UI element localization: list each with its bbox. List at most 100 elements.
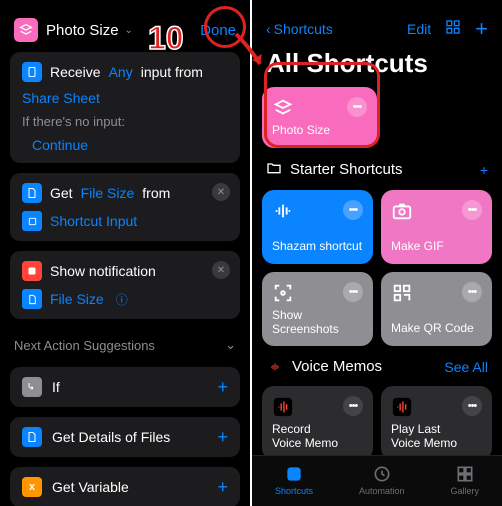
tile-more-button[interactable]: ••• bbox=[343, 282, 363, 302]
get-filesize-block[interactable]: ✕ Get File Size from Shortcut Input bbox=[10, 173, 240, 241]
input-icon bbox=[22, 62, 42, 82]
filesize-token[interactable]: File Size bbox=[81, 185, 135, 201]
back-label: Shortcuts bbox=[274, 21, 333, 37]
variable-icon: x bbox=[22, 477, 42, 497]
delete-action-button[interactable]: ✕ bbox=[212, 183, 230, 201]
chevron-left-icon: ‹ bbox=[266, 21, 271, 37]
voice-memos-app-icon bbox=[266, 358, 284, 376]
chevron-down-icon: ⌄ bbox=[225, 337, 236, 353]
library-body: ••• Photo Size Starter Shortcuts + ••• S… bbox=[252, 87, 502, 455]
show-notification-block[interactable]: ✕ Show notification File Size ⓘ bbox=[10, 251, 240, 319]
tile-label: Make GIF bbox=[391, 240, 482, 254]
tile-label: Make QR Code bbox=[391, 322, 482, 336]
starter-shortcuts-section[interactable]: Starter Shortcuts + bbox=[262, 158, 492, 180]
get-label: Get bbox=[50, 185, 73, 201]
if-icon bbox=[22, 377, 42, 397]
tile-label: Photo Size bbox=[272, 124, 367, 138]
tab-label: Gallery bbox=[450, 486, 479, 496]
section-label: Voice Memos bbox=[292, 358, 382, 375]
receive-input-label: input from bbox=[141, 64, 203, 80]
tile-label: Voice Memo bbox=[391, 437, 482, 451]
tile-more-button[interactable]: ••• bbox=[462, 200, 482, 220]
suggestion-get-variable[interactable]: x Get Variable + bbox=[10, 467, 240, 506]
receive-input-block[interactable]: Receive Any input from Share Sheet If th… bbox=[10, 52, 240, 163]
shortcut-input-icon bbox=[22, 211, 42, 231]
shortcut-tile-shazam[interactable]: ••• Shazam shortcut bbox=[262, 190, 373, 264]
tab-bar: Shortcuts Automation Gallery bbox=[252, 455, 502, 506]
disclosure-icon[interactable]: ⓘ bbox=[116, 291, 128, 308]
section-add-button[interactable]: + bbox=[480, 162, 488, 178]
no-input-label: If there's no input: bbox=[22, 114, 125, 129]
suggestions-header-row[interactable]: Next Action Suggestions ⌄ bbox=[10, 329, 240, 357]
continue-token[interactable]: Continue bbox=[32, 137, 88, 153]
add-suggestion-button[interactable]: + bbox=[217, 377, 228, 398]
qr-icon bbox=[391, 282, 413, 309]
shortcuts-library-screen: ‹ Shortcuts Edit + All Shortcuts ••• Pho… bbox=[252, 0, 502, 506]
tile-label: Play Last bbox=[391, 423, 482, 437]
tile-more-button[interactable]: ••• bbox=[462, 396, 482, 416]
tile-more-button[interactable]: ••• bbox=[343, 200, 363, 220]
voice-memos-icon bbox=[391, 396, 413, 423]
suggestion-if[interactable]: If + bbox=[10, 367, 240, 407]
tile-more-button[interactable]: ••• bbox=[343, 396, 363, 416]
section-label: Starter Shortcuts bbox=[290, 161, 403, 178]
starter-tiles-grid: ••• Shazam shortcut ••• Make GIF ••• Sho… bbox=[262, 190, 492, 346]
shortcut-tile-photo-size[interactable]: ••• Photo Size bbox=[262, 87, 377, 148]
receive-label: Receive bbox=[50, 64, 101, 80]
files-icon bbox=[22, 427, 42, 447]
tile-label: Record bbox=[272, 423, 363, 437]
shortcut-icon-badge bbox=[14, 18, 38, 42]
done-button[interactable]: Done bbox=[200, 22, 236, 39]
tab-gallery[interactable]: Gallery bbox=[450, 464, 479, 496]
variable-icon bbox=[22, 289, 42, 309]
voice-tiles-grid: ••• Record Voice Memo ••• Play Last Voic… bbox=[262, 386, 492, 455]
back-button[interactable]: ‹ Shortcuts bbox=[266, 21, 333, 37]
tile-more-button[interactable]: ••• bbox=[347, 97, 367, 117]
voice-memos-section[interactable]: Voice Memos See All bbox=[262, 356, 492, 376]
from-label: from bbox=[142, 185, 170, 201]
shortcut-title-row[interactable]: Photo Size ⌄ bbox=[46, 22, 133, 39]
layers-icon bbox=[272, 97, 294, 124]
tile-label: Show Screenshots bbox=[272, 309, 363, 337]
grid-view-icon[interactable] bbox=[445, 19, 461, 40]
library-title: All Shortcuts bbox=[252, 48, 502, 87]
add-suggestion-button[interactable]: + bbox=[217, 477, 228, 498]
show-notification-label: Show notification bbox=[50, 263, 156, 279]
suggestions-header: Next Action Suggestions bbox=[14, 338, 155, 353]
edit-button[interactable]: Edit bbox=[407, 21, 431, 37]
tab-label: Shortcuts bbox=[275, 486, 313, 496]
suggestion-label: Get Details of Files bbox=[52, 429, 170, 445]
notification-icon bbox=[22, 261, 42, 281]
tab-shortcuts[interactable]: Shortcuts bbox=[275, 464, 313, 496]
add-shortcut-button[interactable]: + bbox=[475, 16, 488, 42]
delete-action-button[interactable]: ✕ bbox=[212, 261, 230, 279]
tile-label: Shazam shortcut bbox=[272, 240, 363, 254]
folder-icon bbox=[266, 160, 282, 180]
shortcut-input-token[interactable]: Shortcut Input bbox=[50, 213, 137, 229]
tile-more-button[interactable]: ••• bbox=[462, 282, 482, 302]
editor-header: Photo Size ⌄ Done bbox=[0, 0, 250, 52]
suggestion-label: If bbox=[52, 379, 60, 395]
library-header: ‹ Shortcuts Edit + bbox=[252, 0, 502, 48]
shortcut-tile-record-memo[interactable]: ••• Record Voice Memo bbox=[262, 386, 373, 455]
filesize-variable-token[interactable]: File Size bbox=[50, 291, 104, 307]
share-sheet-token[interactable]: Share Sheet bbox=[22, 90, 100, 106]
tile-label: Voice Memo bbox=[272, 437, 363, 451]
camera-icon bbox=[391, 200, 413, 227]
shortcut-tile-screenshots[interactable]: ••• Show Screenshots bbox=[262, 272, 373, 346]
tab-automation[interactable]: Automation bbox=[359, 464, 405, 496]
shortcut-tile-play-last-memo[interactable]: ••• Play Last Voice Memo bbox=[381, 386, 492, 455]
see-all-link[interactable]: See All bbox=[444, 359, 488, 375]
voice-memos-icon bbox=[272, 396, 294, 423]
files-icon bbox=[22, 183, 42, 203]
shortcut-tile-make-gif[interactable]: ••• Make GIF bbox=[381, 190, 492, 264]
suggestion-get-details[interactable]: Get Details of Files + bbox=[10, 417, 240, 457]
shortcut-name: Photo Size bbox=[46, 22, 119, 39]
add-suggestion-button[interactable]: + bbox=[217, 427, 228, 448]
shortcut-tile-qr-code[interactable]: ••• Make QR Code bbox=[381, 272, 492, 346]
suggestion-label: Get Variable bbox=[52, 479, 129, 495]
shortcut-editor-screen: Photo Size ⌄ Done Receive Any input from… bbox=[0, 0, 252, 506]
receive-any-token[interactable]: Any bbox=[109, 64, 133, 80]
chevron-down-icon: ⌄ bbox=[125, 25, 133, 36]
waveform-icon bbox=[272, 200, 294, 227]
